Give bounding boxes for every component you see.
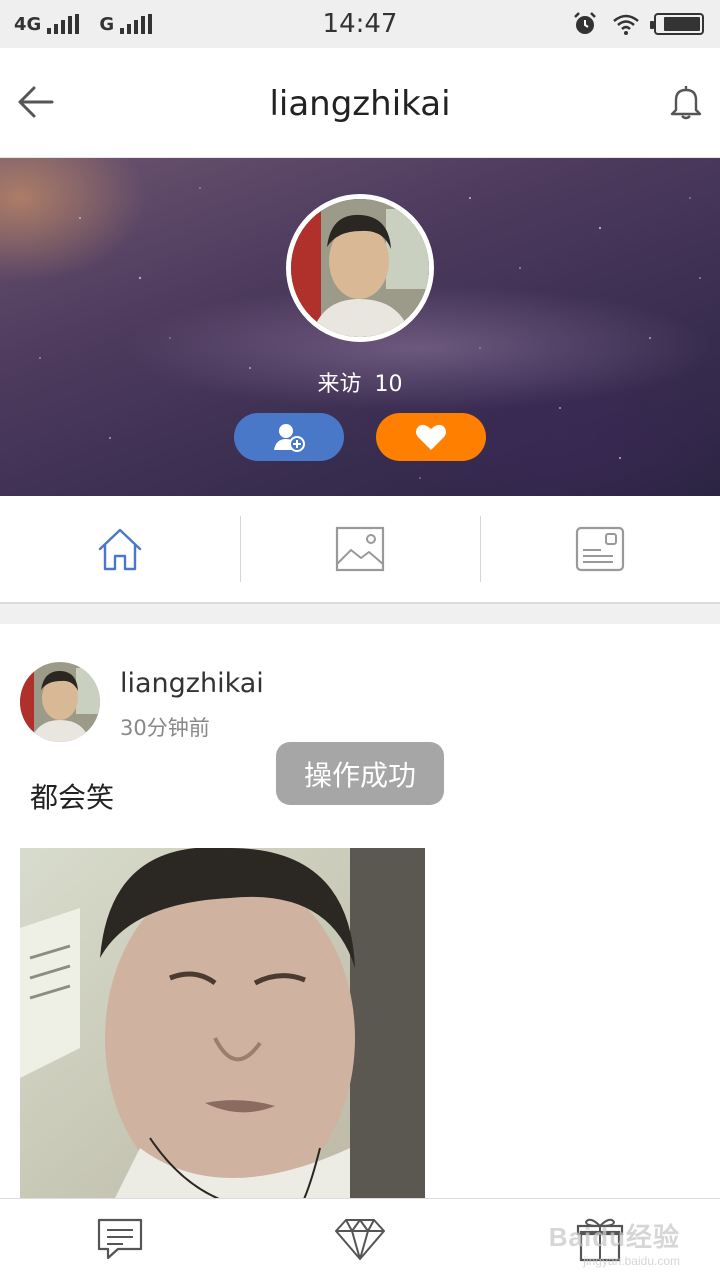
watermark-text: Baidu经验	[548, 1222, 680, 1252]
tab-profile-info[interactable]	[480, 496, 720, 602]
status-icons	[572, 10, 704, 38]
image-icon	[335, 526, 385, 572]
heart-icon	[416, 424, 446, 450]
post-author-avatar[interactable]	[20, 662, 100, 742]
profile-tabs	[0, 496, 720, 604]
profile-banner: 来访 10	[0, 158, 720, 496]
wifi-icon	[613, 14, 639, 35]
section-divider	[0, 604, 720, 624]
page-title: liangzhikai	[269, 84, 451, 124]
alarm-icon	[574, 12, 596, 34]
profile-avatar[interactable]	[286, 194, 434, 342]
watermark: Baidu经验 jingyan.baidu.com	[549, 1217, 680, 1268]
add-user-icon	[274, 424, 305, 452]
diamond-icon	[335, 1219, 385, 1260]
avatar-photo	[20, 662, 100, 742]
visits-counter: 来访 10	[0, 366, 720, 398]
post-author-name[interactable]: liangzhikai	[120, 668, 264, 699]
status-bar: 4G G 14:47	[0, 0, 720, 48]
tab-home[interactable]	[0, 496, 240, 602]
nav-messages[interactable]	[94, 1215, 146, 1263]
like-button[interactable]	[376, 413, 486, 461]
follow-button[interactable]	[234, 413, 344, 461]
home-icon	[98, 528, 142, 571]
post-photo	[20, 848, 425, 1198]
top-bar: liangzhikai	[0, 48, 720, 158]
visits-count: 10	[374, 372, 403, 397]
post-timestamp: 30分钟前	[120, 716, 210, 740]
avatar-photo	[291, 199, 429, 337]
message-icon	[97, 1218, 143, 1260]
bell-icon	[670, 86, 702, 120]
tab-photos[interactable]	[240, 496, 480, 602]
notifications-button[interactable]	[666, 82, 706, 122]
bottom-nav: Baidu经验 jingyan.baidu.com	[0, 1198, 720, 1280]
post-card: liangzhikai 30分钟前 都会笑	[0, 624, 720, 1198]
toast-message: 操作成功	[276, 742, 444, 805]
watermark-sub: jingyan.baidu.com	[583, 1254, 680, 1268]
nav-diamond[interactable]	[334, 1215, 386, 1263]
visits-label: 来访	[317, 372, 362, 397]
battery-fill	[664, 17, 700, 31]
post-content: 都会笑	[30, 781, 115, 814]
post-image[interactable]	[20, 848, 425, 1198]
profile-card-icon	[575, 526, 625, 572]
battery-icon	[650, 13, 704, 35]
